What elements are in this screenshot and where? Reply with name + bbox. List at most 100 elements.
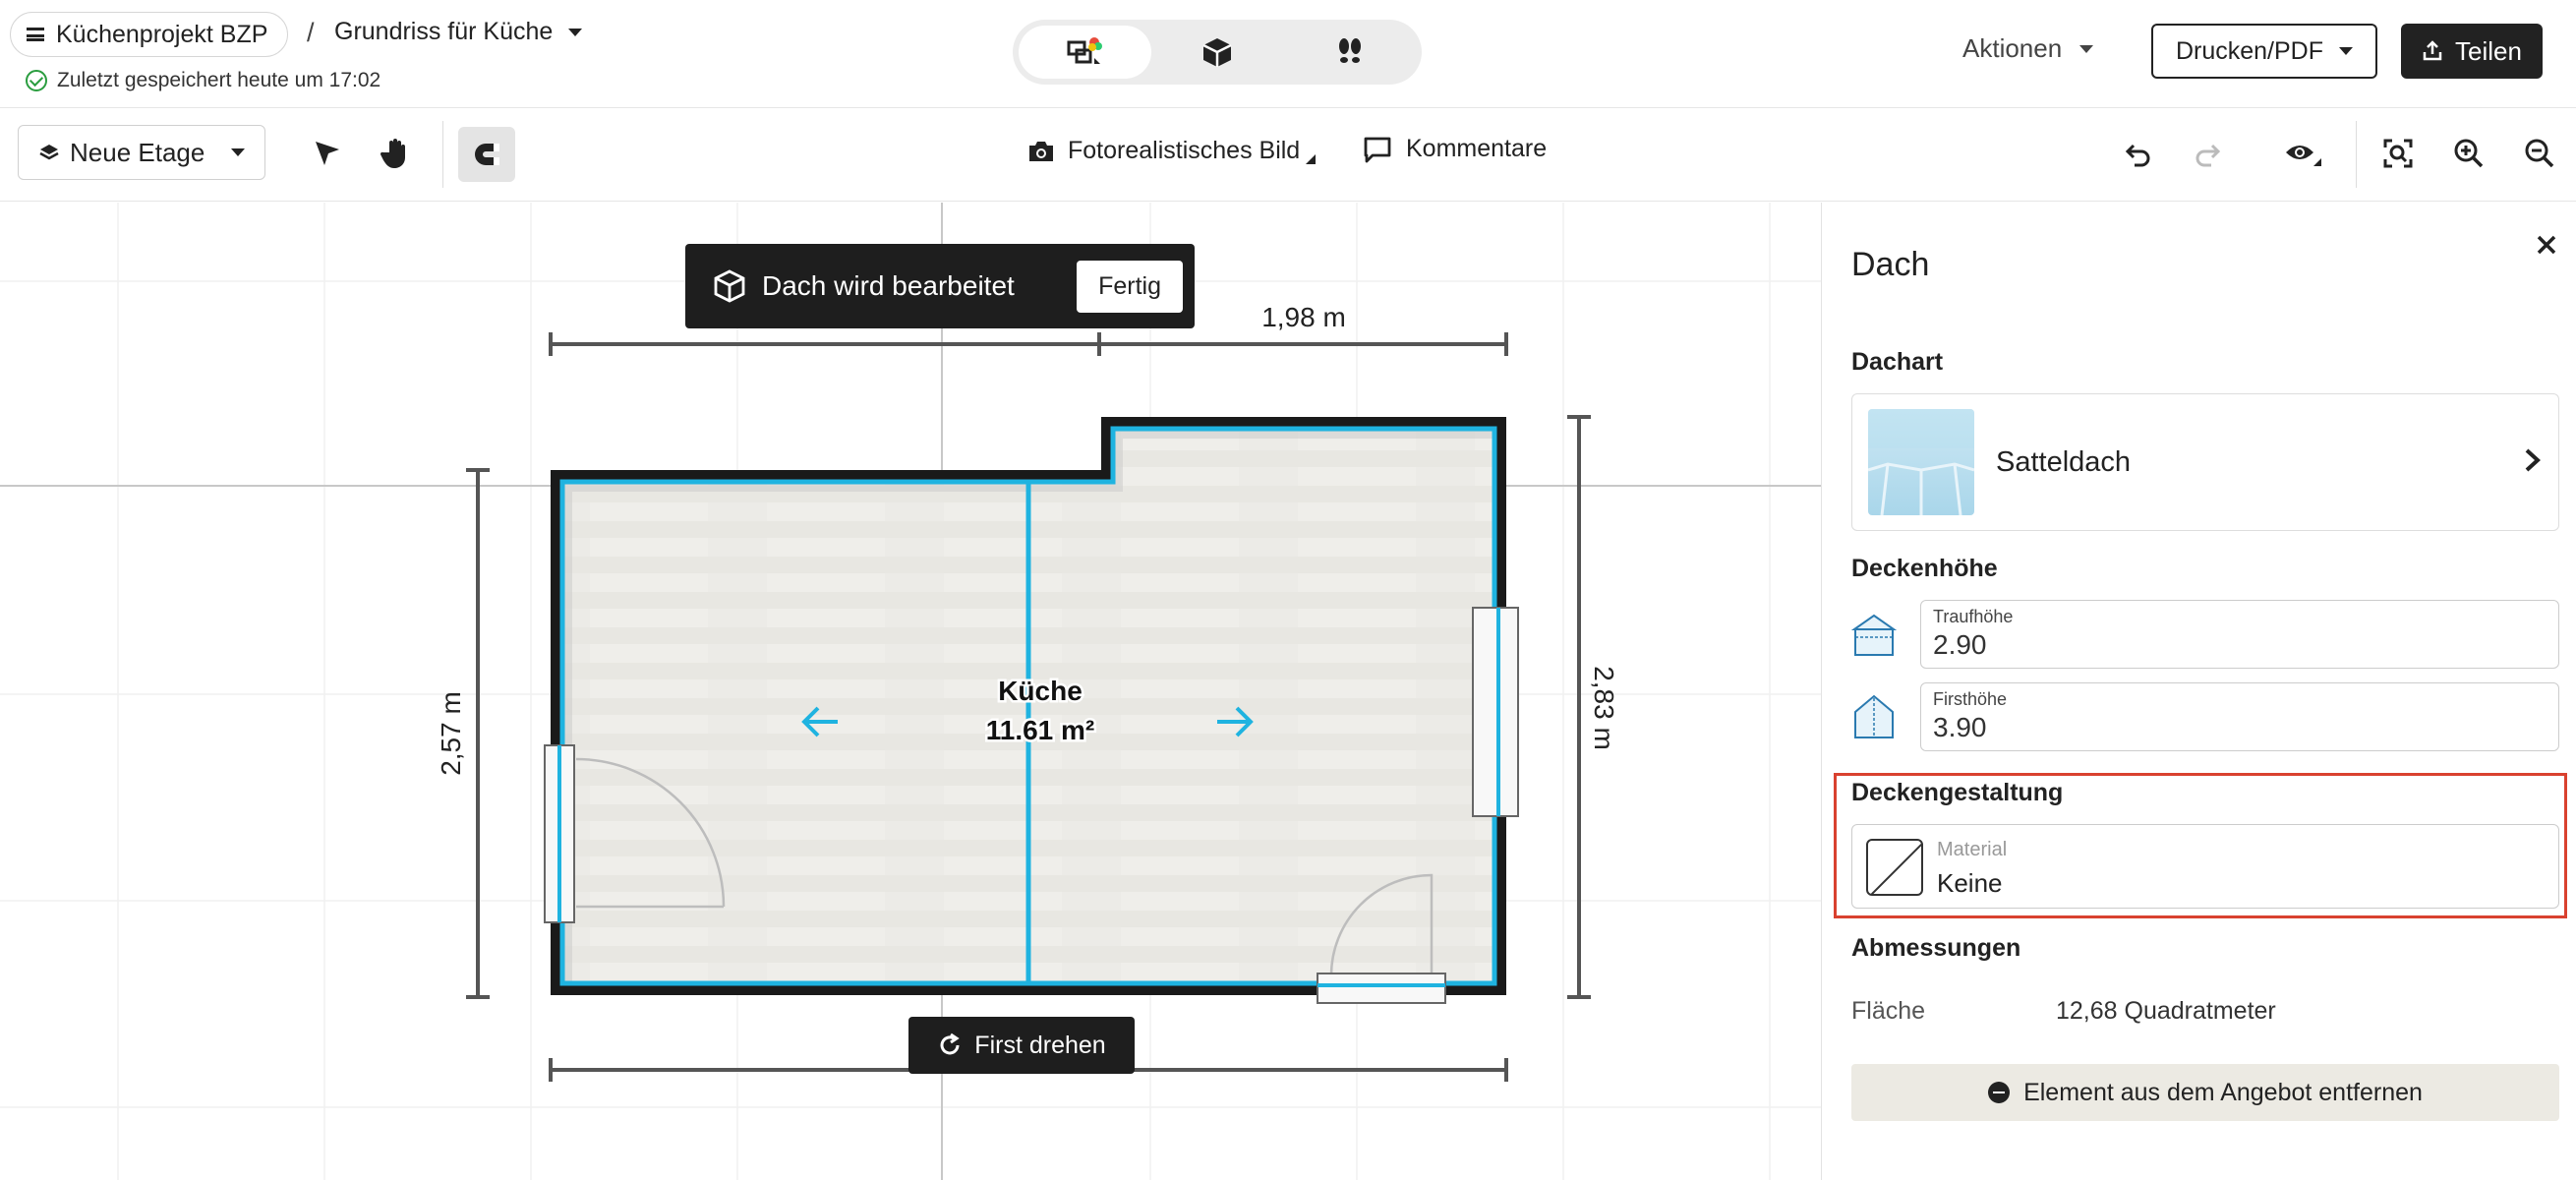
share-button[interactable]: Teilen: [2401, 24, 2543, 79]
door-bottom: [1317, 973, 1446, 1004]
floor-selector[interactable]: Neue Etage: [18, 125, 265, 180]
roof-type-selector[interactable]: Satteldach: [1851, 393, 2559, 531]
rotate-icon: [940, 1032, 961, 1055]
breadcrumb-separator: /: [307, 18, 315, 47]
actions-label: Aktionen: [1962, 33, 2063, 63]
comment-bubble-icon: [1364, 137, 1391, 162]
area-label: Fläche: [1851, 997, 1926, 1025]
camera-icon: [1029, 141, 1053, 161]
editor-toolbar: Neue Etage Fotorealistisches Bild Kommen…: [0, 109, 2576, 202]
material-value: Keine: [1937, 868, 2003, 898]
plan-name-dropdown[interactable]: Grundriss für Küche: [334, 18, 583, 46]
undo-button[interactable]: [2116, 133, 2159, 176]
redo-icon: [2195, 144, 2221, 167]
project-name: Küchenprojekt BZP: [56, 20, 268, 48]
top-header: Küchenprojekt BZP / Grundriss für Küche …: [0, 0, 2576, 108]
chevron-down-icon: [2339, 47, 2354, 55]
share-upload-icon: [2423, 40, 2442, 61]
magnet-icon: [475, 144, 499, 165]
toolbar-divider: [442, 121, 443, 188]
ceiling-material-selector[interactable]: Material Keine: [1851, 824, 2559, 909]
floorplan-canvas[interactable]: 1,98 m 2,57 m 2,83 m Küche 11.61 m² Dach…: [0, 203, 1821, 1180]
view-2d-button[interactable]: [1019, 26, 1151, 79]
properties-panel: Dach Dachart Satteldach Deckenhöhe Trauf…: [1821, 203, 2576, 1180]
gable-roof-icon: [1868, 409, 1974, 515]
material-label: Material: [1937, 839, 2008, 860]
rotate-ridge-label: First drehen: [974, 1031, 1106, 1059]
comments-button[interactable]: Kommentare: [1363, 135, 1547, 163]
ceiling-height-heading: Deckenhöhe: [1851, 555, 1998, 582]
area-value: 12,68 Quadratmeter: [2056, 997, 2276, 1025]
3d-box-icon: [1202, 38, 1232, 67]
cursor-arrow-icon: [316, 142, 339, 165]
ceiling-design-heading: Deckengestaltung: [1851, 779, 2064, 806]
floor-label: Neue Etage: [70, 137, 205, 167]
zoom-out-button[interactable]: [2517, 131, 2562, 176]
actions-dropdown[interactable]: Aktionen: [1962, 33, 2094, 64]
pan-tool-button[interactable]: [374, 131, 419, 176]
roof-edit-banner: Dach wird bearbeitet Fertig: [685, 244, 1195, 328]
focus-scan-icon: [2383, 139, 2413, 168]
ridge-height-label: Firsthöhe: [1933, 689, 2008, 709]
print-pdf-button[interactable]: Drucken/PDF: [2151, 24, 2377, 79]
redo-button[interactable]: [2187, 133, 2230, 176]
corner-caret-icon: [1306, 153, 1317, 164]
eave-height-value: 2.90: [1933, 629, 1987, 660]
ridge-height-icon: [1854, 694, 1894, 738]
no-material-icon: [1866, 839, 1923, 896]
select-tool-button[interactable]: [305, 131, 350, 176]
remove-from-quote-label: Element aus dem Angebot entfernen: [2023, 1078, 2423, 1106]
eave-height-row: Traufhöhe 2.90: [1851, 600, 2559, 669]
snap-magnet-toggle[interactable]: [458, 127, 515, 182]
window-right: [1472, 607, 1519, 817]
ridge-height-value: 3.90: [1933, 712, 1987, 742]
eye-icon: [2286, 146, 2321, 166]
visibility-button[interactable]: [2279, 133, 2328, 176]
dimension-left-label: 2,57 m: [436, 691, 466, 776]
view-walkthrough-button[interactable]: [1283, 26, 1416, 79]
close-icon: [2537, 235, 2556, 255]
close-panel-button[interactable]: [2536, 230, 2557, 264]
plan-name-label: Grundriss für Küche: [334, 18, 554, 45]
dimension-right-label: 2,83 m: [1589, 666, 1619, 750]
comments-label: Kommentare: [1406, 135, 1548, 162]
done-button[interactable]: Fertig: [1077, 260, 1183, 313]
dimension-top-label: 1,98 m: [1261, 302, 1346, 332]
hamburger-icon: [27, 28, 44, 41]
chevron-down-icon: [231, 148, 245, 156]
chevron-down-icon: [568, 28, 583, 36]
2d-floorplan-icon: [1067, 37, 1103, 64]
eave-height-label: Traufhöhe: [1933, 607, 2014, 626]
remove-from-quote-button[interactable]: Element aus dem Angebot entfernen: [1851, 1064, 2559, 1121]
chevron-right-icon: [2523, 443, 2543, 482]
fit-view-button[interactable]: [2375, 131, 2421, 176]
photorealistic-image-button[interactable]: Fotorealistisches Bild: [1026, 137, 1317, 165]
layers-icon: [39, 145, 59, 160]
rotate-ridge-button[interactable]: First drehen: [908, 1017, 1135, 1074]
edit-banner-text: Dach wird bearbeitet: [762, 270, 1015, 301]
share-label: Teilen: [2455, 35, 2522, 66]
zoom-in-button[interactable]: [2446, 131, 2491, 176]
zoom-in-icon: [2454, 139, 2484, 168]
zoom-out-icon: [2525, 139, 2554, 168]
ridge-height-field[interactable]: Firsthöhe 3.90: [1920, 682, 2559, 751]
undo-icon: [2125, 144, 2150, 167]
eave-height-icon: [1851, 614, 1897, 656]
view-3d-button[interactable]: [1151, 26, 1284, 79]
app-root: Küchenprojekt BZP / Grundriss für Küche …: [0, 0, 2576, 1180]
save-status-text: Zuletzt gespeichert heute um 17:02: [57, 69, 381, 91]
gable-roof-thumbnail: [1868, 409, 1974, 515]
toolbar-divider: [2356, 121, 2357, 188]
project-menu-button[interactable]: Küchenprojekt BZP: [10, 12, 289, 57]
roof-type-value: Satteldach: [1996, 445, 2132, 478]
panel-title: Dach: [1851, 246, 1930, 283]
view-mode-switch: [1013, 20, 1422, 85]
chevron-down-icon: [2079, 44, 2094, 53]
eave-height-field[interactable]: Traufhöhe 2.90: [1920, 600, 2559, 669]
print-pdf-label: Drucken/PDF: [2175, 36, 2324, 65]
save-status: Zuletzt gespeichert heute um 17:02: [26, 69, 381, 92]
check-circle-icon: [26, 70, 47, 91]
room-name-label: Küche: [998, 676, 1083, 706]
hand-icon: [381, 139, 405, 168]
dimensions-heading: Abmessungen: [1851, 934, 2021, 962]
